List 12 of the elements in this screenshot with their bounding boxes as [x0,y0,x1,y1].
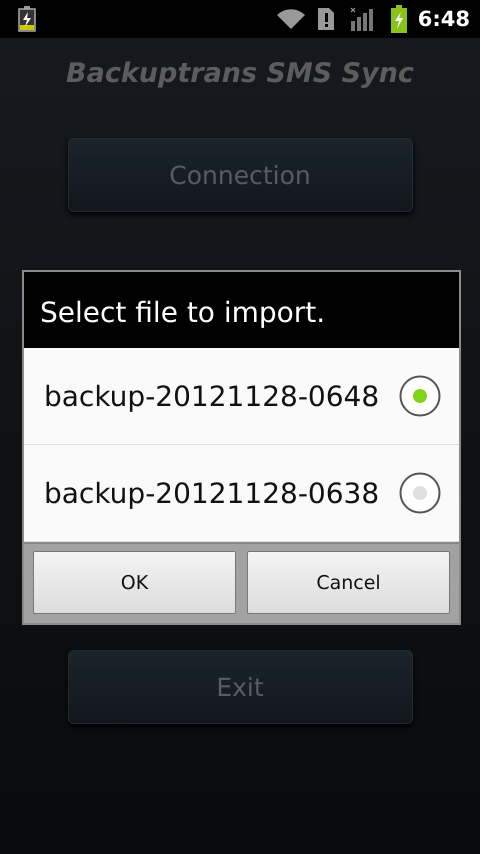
dialog-button[interactable]: Cancel [247,551,450,614]
sim-alert-icon [318,8,334,30]
wifi-icon [276,8,306,30]
clock-time: 6:48 [418,7,470,31]
radio-button[interactable] [399,375,441,417]
charging-battery-icon [18,6,36,32]
dialog-button[interactable]: OK [33,551,236,614]
battery-icon [390,5,408,33]
radio-button[interactable] [399,472,441,514]
app-title: Backuptrans SMS Sync [66,58,414,91]
dialog-title: Select file to import. [24,272,459,348]
signal-icon [350,7,374,31]
